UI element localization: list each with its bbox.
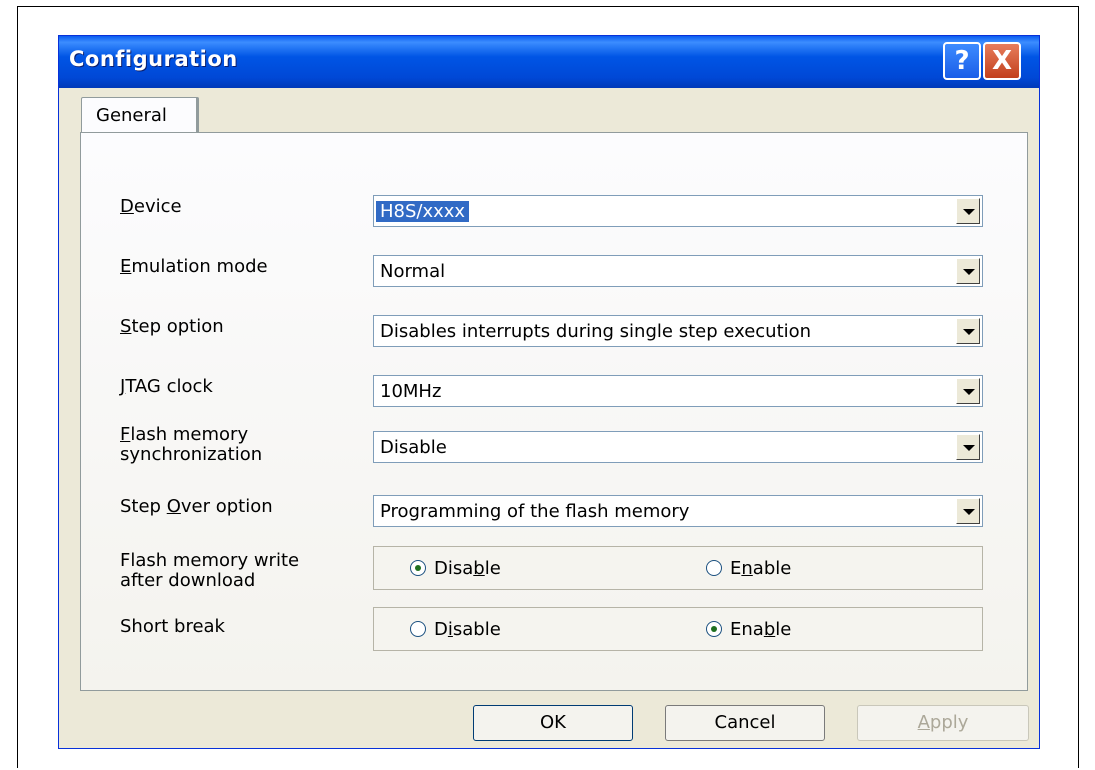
flash-sync-label: Flash memory synchronization [120,424,263,465]
step-option-select[interactable]: Disables interrupts during single step e… [373,315,983,347]
emulation-mode-label: Emulation mode [120,256,268,277]
device-value: H8S/xxxx [376,201,470,222]
jtag-clock-value: 10MHz [380,381,442,402]
radio-unchecked-icon [706,560,722,576]
title-bar[interactable]: Configuration ? X [59,36,1039,88]
tab-label: General [96,105,167,126]
short-break-label: Short break [120,616,225,637]
chevron-down-icon[interactable] [956,318,980,344]
device-label: Device [120,196,182,217]
window-title: Configuration [69,47,238,71]
chevron-down-icon[interactable] [956,378,980,404]
jtag-clock-label: JTAG clock [120,376,213,397]
step-over-label: Step Over option [120,496,273,517]
radio-checked-icon [706,621,722,637]
tab-general[interactable]: General [81,97,199,133]
general-panel: Device H8S/xxxx Emulation mode Normal St… [80,132,1028,691]
chevron-down-icon[interactable] [956,258,980,284]
apply-button[interactable]: Apply [857,705,1029,741]
flash-sync-value: Disable [380,437,447,458]
step-over-value: Programming of the flash memory [380,501,690,522]
step-option-value: Disables interrupts during single step e… [380,321,812,342]
help-button[interactable]: ? [943,42,981,80]
chevron-down-icon[interactable] [956,434,980,460]
radio-unchecked-icon [410,621,426,637]
flash-write-label: Flash memory write after download [120,550,300,591]
chevron-down-icon[interactable] [956,198,980,224]
cancel-button[interactable]: Cancel [665,705,825,741]
short-break-group: Disable Enable [373,607,983,651]
close-icon: X [991,46,1013,76]
ok-button[interactable]: OK [473,705,633,741]
flash-sync-select[interactable]: Disable [373,431,983,463]
flash-write-group: Disable Enable [373,546,983,590]
configuration-dialog: Configuration ? X General Device H8S/xxx… [58,35,1040,749]
radio-label: Disable [434,558,501,579]
radio-label: Disable [434,619,501,640]
device-select[interactable]: H8S/xxxx [373,195,983,227]
close-button[interactable]: X [983,42,1021,80]
help-icon: ? [954,46,970,76]
jtag-clock-select[interactable]: 10MHz [373,375,983,407]
emulation-mode-select[interactable]: Normal [373,255,983,287]
chevron-down-icon[interactable] [956,498,980,524]
step-over-select[interactable]: Programming of the flash memory [373,495,983,527]
radio-label: Enable [730,558,792,579]
radio-checked-icon [410,560,426,576]
radio-label: Enable [730,619,792,640]
step-option-label: Step option [120,316,224,337]
emulation-mode-value: Normal [380,261,446,282]
